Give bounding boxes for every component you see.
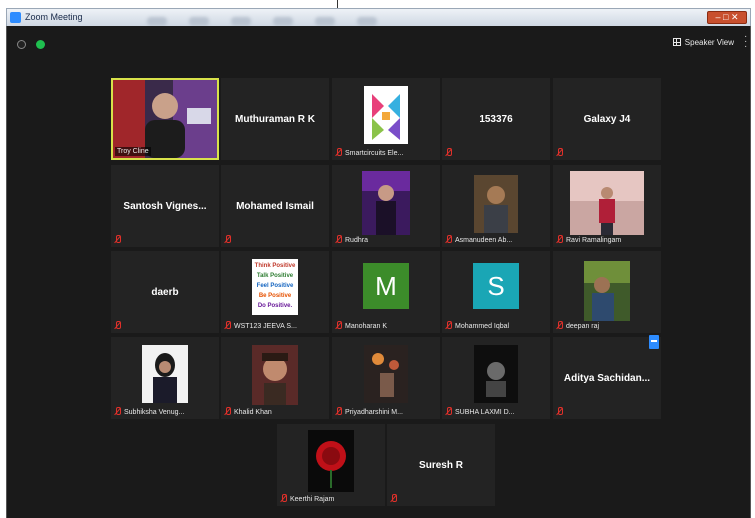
participant-name: SUBHA LAXMI D... [455,409,515,416]
meeting-window: Speaker View · · · Troy Cline Muthuraman R… [6,26,751,518]
mic-muted-icon [445,148,452,157]
mic-muted-icon [224,321,231,330]
participant-name: Mohamed Ismail [236,201,314,212]
participant-logo [364,86,408,144]
participant-tile[interactable]: Ravi Ramalingam [553,165,661,247]
participant-name: 153376 [479,114,513,125]
mic-muted-icon [556,407,563,416]
poster-line: Talk Positive [256,273,294,279]
participant-tile[interactable]: M Manoharan K [332,251,440,333]
mic-muted-icon [390,494,397,503]
participant-tile[interactable]: Suresh R [387,424,495,506]
participant-tile[interactable]: 153376 [442,78,550,160]
window-title-bar: Zoom Meeting – □ ✕ [6,8,751,26]
speaker-view-button[interactable]: Speaker View [672,36,734,48]
participant-name: Santosh Vignes... [123,201,207,212]
mic-muted-icon [280,494,287,503]
participant-name: daerb [151,287,179,298]
participant-tile[interactable]: Asmanudeen Ab... [442,165,550,247]
grid-icon [672,38,681,46]
participant-name: WST123 JEEVA S... [234,323,297,330]
participant-tile[interactable]: Santosh Vignes... [111,165,219,247]
participant-tile[interactable]: Troy Cline [111,78,219,160]
participant-name: Subhiksha Venug... [124,409,185,416]
participant-name: Asmanudeen Ab... [455,237,513,244]
participant-tile[interactable]: Priyadharshini M... [332,337,440,419]
participant-photo [570,171,644,235]
mic-muted-icon [445,235,452,244]
poster-line: Think Positive [254,263,296,269]
participant-photo [362,171,410,235]
participant-photo [142,345,188,403]
participant-name: Troy Cline [115,147,151,156]
participant-name: deepan raj [566,323,600,330]
mic-muted-icon [445,321,452,330]
participant-tile[interactable]: Muthuraman R K [221,78,329,160]
participant-tile[interactable]: Galaxy J4 [553,78,661,160]
participant-tile[interactable]: Aditya Sachidan... [553,335,661,419]
participant-photo [474,175,518,233]
participant-poster: Think Positive Talk Positive Feel Positi… [252,259,298,315]
participant-name: Khalid Khan [234,409,272,416]
participant-name: Rudhra [345,237,368,244]
speaker-view-label: Speaker View [684,37,734,47]
mic-muted-icon [224,235,231,244]
poster-line: Feel Positive [256,283,294,289]
meeting-status-icons [17,36,51,54]
avatar: M [363,263,409,309]
participant-name: Priyadharshini M... [345,409,403,416]
more-vertical-icon[interactable]: · · · [744,32,748,52]
participant-photo [364,345,408,403]
participant-tile[interactable]: Rudhra [332,165,440,247]
mic-muted-icon [335,321,342,330]
participant-tile[interactable]: daerb [111,251,219,333]
participant-tile[interactable]: Khalid Khan [221,337,329,419]
mic-muted-icon [335,407,342,416]
participant-tile[interactable]: Keerthi Rajam [277,424,385,506]
participant-photo [308,430,354,492]
participant-name: Galaxy J4 [583,114,631,125]
participant-tile[interactable]: Smartcircuits Ele... [332,78,440,160]
mic-muted-icon [556,321,563,330]
window-controls[interactable]: – □ ✕ [707,11,747,24]
hand-raised-icon [649,335,659,349]
participant-photo [474,345,518,403]
participant-name: Mohammed Iqbal [455,323,510,330]
mic-muted-icon [114,321,121,330]
participant-photo [252,345,298,405]
mic-muted-icon [114,407,121,416]
participant-name: Muthuraman R K [235,114,315,125]
mic-muted-icon [556,148,563,157]
participant-name: Aditya Sachidan... [563,373,651,384]
participant-name: Keerthi Rajam [290,496,335,503]
participant-tile[interactable]: deepan raj [553,251,661,333]
avatar: S [473,263,519,309]
mic-muted-icon [445,407,452,416]
participant-tile[interactable]: SUBHA LAXMI D... [442,337,550,419]
mic-muted-icon [556,235,563,244]
poster-line: Be Positive [258,293,292,299]
participant-tile[interactable]: Think Positive Talk Positive Feel Positi… [221,251,329,333]
mic-muted-icon [114,235,121,244]
mic-muted-icon [335,235,342,244]
mic-muted-icon [335,148,342,157]
participant-name: Smartcircuits Ele... [345,150,404,157]
participant-tile[interactable]: Subhiksha Venug... [111,337,219,419]
participant-tile[interactable]: S Mohammed Iqbal [442,251,550,333]
mic-muted-icon [224,407,231,416]
window-title: Zoom Meeting [25,12,83,22]
participant-name: Suresh R [419,460,463,471]
participant-name: Manoharan K [345,323,388,330]
zoom-app-icon [10,12,21,23]
participant-tile[interactable]: Mohamed Ismail [221,165,329,247]
info-icon[interactable] [17,40,26,49]
participant-photo [584,261,630,321]
participant-name: Ravi Ramalingam [566,237,622,244]
poster-line: Do Positive. [257,303,293,309]
shield-check-icon[interactable] [36,40,46,49]
